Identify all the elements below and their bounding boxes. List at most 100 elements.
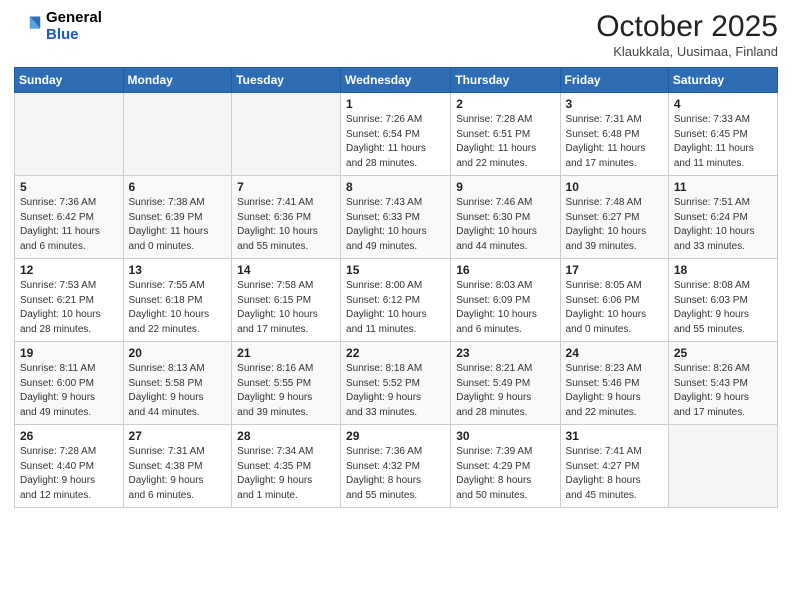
day-number: 14 [237, 263, 335, 277]
logo-line1: General [46, 9, 102, 26]
calendar-cell [668, 425, 777, 508]
calendar-cell: 22Sunrise: 8:18 AM Sunset: 5:52 PM Dayli… [341, 342, 451, 425]
calendar-cell [232, 93, 341, 176]
day-number: 31 [566, 429, 663, 443]
day-number: 30 [456, 429, 554, 443]
day-number: 21 [237, 346, 335, 360]
day-number: 8 [346, 180, 445, 194]
day-info: Sunrise: 7:41 AM Sunset: 4:27 PM Dayligh… [566, 445, 663, 503]
day-info: Sunrise: 7:48 AM Sunset: 6:27 PM Dayligh… [566, 196, 663, 254]
day-number: 15 [346, 263, 445, 277]
day-number: 17 [566, 263, 663, 277]
location: Klaukkala, Uusimaa, Finland [596, 44, 778, 59]
header: General Blue October 2025 Klaukkala, Uus… [14, 10, 778, 59]
day-info: Sunrise: 8:13 AM Sunset: 5:58 PM Dayligh… [129, 362, 227, 420]
weekday-header: Tuesday [232, 68, 341, 93]
weekday-header-row: SundayMondayTuesdayWednesdayThursdayFrid… [15, 68, 778, 93]
day-number: 6 [129, 180, 227, 194]
day-info: Sunrise: 8:23 AM Sunset: 5:46 PM Dayligh… [566, 362, 663, 420]
day-number: 13 [129, 263, 227, 277]
calendar-cell [123, 93, 232, 176]
title-block: October 2025 Klaukkala, Uusimaa, Finland [596, 10, 778, 59]
calendar-cell: 14 Sunrise: 7:58 AM Sunset: 6:15 PM Dayli… [232, 259, 341, 342]
weekday-header: Saturday [668, 68, 777, 93]
day-info: Sunrise: 8:16 AM Sunset: 5:55 PM Dayligh… [237, 362, 335, 420]
calendar-cell: 2Sunrise: 7:28 AM Sunset: 6:51 PM Daylig… [451, 93, 560, 176]
weekday-header: Sunday [15, 68, 124, 93]
day-info: Sunrise: 7:28 AM Sunset: 6:51 PM Dayligh… [456, 113, 554, 171]
day-info: Sunrise: 8:18 AM Sunset: 5:52 PM Dayligh… [346, 362, 445, 420]
day-number: 25 [674, 346, 772, 360]
weekday-header: Thursday [451, 68, 560, 93]
calendar-cell: 31 Sunrise: 7:41 AM Sunset: 4:27 PM Dayli… [560, 425, 668, 508]
day-info: Sunrise: 7:33 AM Sunset: 6:45 PM Dayligh… [674, 113, 772, 171]
calendar-cell: 29 Sunrise: 7:36 AM Sunset: 4:32 PM Dayli… [341, 425, 451, 508]
day-number: 20 [129, 346, 227, 360]
day-info: Sunrise: 8:08 AM Sunset: 6:03 PM Dayligh… [674, 279, 772, 337]
day-number: 29 [346, 429, 445, 443]
calendar-cell: 16 Sunrise: 8:03 AM Sunset: 6:09 PM Dayli… [451, 259, 560, 342]
day-info: Sunrise: 8:26 AM Sunset: 5:43 PM Dayligh… [674, 362, 772, 420]
day-number: 7 [237, 180, 335, 194]
day-number: 19 [20, 346, 118, 360]
day-number: 1 [346, 97, 445, 111]
day-info: Sunrise: 8:03 AM Sunset: 6:09 PM Dayligh… [456, 279, 554, 337]
calendar-cell: 10 Sunrise: 7:48 AM Sunset: 6:27 PM Dayli… [560, 176, 668, 259]
day-info: Sunrise: 7:38 AM Sunset: 6:39 PM Dayligh… [129, 196, 227, 254]
calendar-week-row: 12Sunrise: 7:53 AM Sunset: 6:21 PM Dayli… [15, 259, 778, 342]
calendar-cell: 15 Sunrise: 8:00 AM Sunset: 6:12 PM Dayli… [341, 259, 451, 342]
day-number: 16 [456, 263, 554, 277]
day-info: Sunrise: 7:58 AM Sunset: 6:15 PM Dayligh… [237, 279, 335, 337]
calendar-cell: 18 Sunrise: 8:08 AM Sunset: 6:03 PM Dayli… [668, 259, 777, 342]
day-info: Sunrise: 8:05 AM Sunset: 6:06 PM Dayligh… [566, 279, 663, 337]
logo-text: General Blue [46, 10, 102, 43]
weekday-header: Friday [560, 68, 668, 93]
day-number: 18 [674, 263, 772, 277]
day-number: 11 [674, 180, 772, 194]
logo-line2: Blue [46, 26, 79, 43]
day-info: Sunrise: 7:26 AM Sunset: 6:54 PM Dayligh… [346, 113, 445, 171]
day-number: 5 [20, 180, 118, 194]
calendar-cell: 23 Sunrise: 8:21 AM Sunset: 5:49 PM Dayli… [451, 342, 560, 425]
page-container: General Blue October 2025 Klaukkala, Uus… [0, 0, 792, 516]
day-number: 12 [20, 263, 118, 277]
day-info: Sunrise: 7:36 AM Sunset: 6:42 PM Dayligh… [20, 196, 118, 254]
logo: General Blue [14, 10, 102, 43]
calendar-cell: 7 Sunrise: 7:41 AM Sunset: 6:36 PM Daylig… [232, 176, 341, 259]
calendar-cell: 9Sunrise: 7:46 AM Sunset: 6:30 PM Daylig… [451, 176, 560, 259]
calendar-week-row: 19 Sunrise: 8:11 AM Sunset: 6:00 PM Dayli… [15, 342, 778, 425]
calendar: SundayMondayTuesdayWednesdayThursdayFrid… [14, 67, 778, 508]
calendar-cell: 1 Sunrise: 7:26 AM Sunset: 6:54 PM Daylig… [341, 93, 451, 176]
calendar-cell: 24 Sunrise: 8:23 AM Sunset: 5:46 PM Dayli… [560, 342, 668, 425]
calendar-cell [15, 93, 124, 176]
calendar-cell: 21 Sunrise: 8:16 AM Sunset: 5:55 PM Dayli… [232, 342, 341, 425]
day-info: Sunrise: 7:41 AM Sunset: 6:36 PM Dayligh… [237, 196, 335, 254]
calendar-cell: 30 Sunrise: 7:39 AM Sunset: 4:29 PM Dayli… [451, 425, 560, 508]
weekday-header: Monday [123, 68, 232, 93]
day-number: 10 [566, 180, 663, 194]
calendar-cell: 8Sunrise: 7:43 AM Sunset: 6:33 PM Daylig… [341, 176, 451, 259]
day-info: Sunrise: 7:36 AM Sunset: 4:32 PM Dayligh… [346, 445, 445, 503]
calendar-cell: 28Sunrise: 7:34 AM Sunset: 4:35 PM Dayli… [232, 425, 341, 508]
calendar-week-row: 26Sunrise: 7:28 AM Sunset: 4:40 PM Dayli… [15, 425, 778, 508]
calendar-cell: 11 Sunrise: 7:51 AM Sunset: 6:24 PM Dayli… [668, 176, 777, 259]
day-info: Sunrise: 7:39 AM Sunset: 4:29 PM Dayligh… [456, 445, 554, 503]
day-info: Sunrise: 8:21 AM Sunset: 5:49 PM Dayligh… [456, 362, 554, 420]
calendar-cell: 13Sunrise: 7:55 AM Sunset: 6:18 PM Dayli… [123, 259, 232, 342]
calendar-cell: 6 Sunrise: 7:38 AM Sunset: 6:39 PM Daylig… [123, 176, 232, 259]
day-number: 23 [456, 346, 554, 360]
day-info: Sunrise: 7:46 AM Sunset: 6:30 PM Dayligh… [456, 196, 554, 254]
logo-icon [14, 13, 42, 41]
day-info: Sunrise: 8:11 AM Sunset: 6:00 PM Dayligh… [20, 362, 118, 420]
day-number: 4 [674, 97, 772, 111]
day-number: 24 [566, 346, 663, 360]
day-info: Sunrise: 7:51 AM Sunset: 6:24 PM Dayligh… [674, 196, 772, 254]
day-info: Sunrise: 7:31 AM Sunset: 4:38 PM Dayligh… [129, 445, 227, 503]
calendar-cell: 19 Sunrise: 8:11 AM Sunset: 6:00 PM Dayli… [15, 342, 124, 425]
day-number: 27 [129, 429, 227, 443]
day-info: Sunrise: 7:31 AM Sunset: 6:48 PM Dayligh… [566, 113, 663, 171]
weekday-header: Wednesday [341, 68, 451, 93]
day-number: 3 [566, 97, 663, 111]
calendar-cell: 27 Sunrise: 7:31 AM Sunset: 4:38 PM Dayli… [123, 425, 232, 508]
day-info: Sunrise: 8:00 AM Sunset: 6:12 PM Dayligh… [346, 279, 445, 337]
